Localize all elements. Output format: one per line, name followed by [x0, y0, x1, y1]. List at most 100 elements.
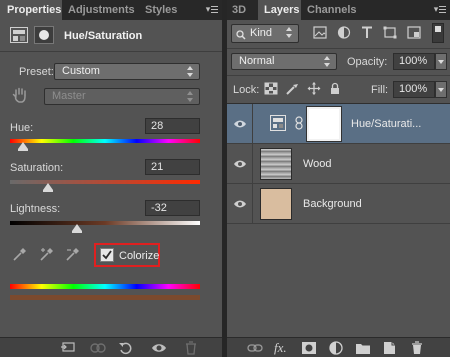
layer-style-fx-icon[interactable]: fx.: [274, 341, 290, 355]
layer-row-hue-saturation[interactable]: Hue/Saturati...: [227, 104, 450, 144]
new-group-folder-icon[interactable]: [355, 341, 371, 355]
lightness-label: Lightness:: [10, 203, 61, 215]
layer-name: Hue/Saturati...: [351, 118, 422, 130]
add-layer-mask-icon[interactable]: [301, 341, 317, 355]
layer-row-wood[interactable]: Wood: [227, 144, 450, 184]
channel-value: Master: [52, 90, 86, 102]
blend-mode-select[interactable]: Normal: [231, 53, 337, 70]
panel-menu-icon[interactable]: [432, 3, 448, 16]
panel-menu-icon[interactable]: [204, 3, 220, 16]
layers-panel: 3D Layers Channels Kind Normal Opacity: …: [227, 0, 450, 357]
layer-mask-thumbnail[interactable]: [306, 106, 342, 142]
lock-all-icon[interactable]: [328, 82, 342, 95]
preset-select[interactable]: Custom: [54, 63, 200, 80]
clip-to-layer-icon[interactable]: [60, 341, 76, 355]
link-layers-icon[interactable]: [247, 341, 263, 355]
tab-channels[interactable]: Channels: [307, 0, 357, 20]
new-layer-icon[interactable]: [382, 341, 398, 355]
opacity-label: Opacity:: [347, 56, 388, 68]
trash-icon[interactable]: [183, 341, 199, 355]
hue-slider-thumb[interactable]: [18, 142, 29, 151]
pixel-layer-filter-icon[interactable]: [313, 26, 327, 39]
adjustment-layer-icon: [10, 27, 28, 43]
lock-position-icon[interactable]: [307, 82, 321, 95]
visibility-toggle[interactable]: [227, 184, 253, 224]
output-color-bar: [10, 295, 200, 300]
preset-label: Preset:: [19, 66, 54, 78]
filter-toggle[interactable]: [432, 23, 444, 43]
tab-adjustments[interactable]: Adjustments: [68, 0, 140, 20]
tab-properties[interactable]: Properties: [0, 0, 62, 20]
eye-icon: [234, 120, 246, 128]
filter-kind-value: Kind: [250, 27, 273, 39]
chevron-down-icon: [438, 60, 444, 64]
reset-icon[interactable]: [118, 341, 134, 355]
new-adjustment-layer-icon[interactable]: [328, 341, 344, 355]
layers-tab-bar: 3D Layers Channels: [227, 0, 450, 20]
row-divider: [227, 75, 450, 76]
lock-image-pixels-icon[interactable]: [285, 82, 299, 95]
layer-row-background[interactable]: Background: [227, 184, 450, 224]
wood-layer-thumbnail: [260, 148, 292, 180]
properties-panel: Properties Adjustments Styles Hue/Satura…: [0, 0, 222, 357]
channel-select[interactable]: Master: [44, 88, 200, 105]
eyedropper-icon[interactable]: [12, 246, 28, 262]
tab-3d[interactable]: 3D: [232, 0, 254, 20]
eye-icon: [234, 200, 246, 208]
hue-field[interactable]: 28: [145, 118, 200, 134]
hue-label: Hue:: [10, 122, 34, 134]
saturation-field[interactable]: 21: [145, 159, 200, 175]
layer-name: Wood: [303, 158, 332, 170]
opacity-dropdown-button[interactable]: [435, 53, 447, 70]
layer-mask-icon[interactable]: [34, 26, 54, 44]
chevron-updown-icon: [324, 56, 331, 67]
trash-icon[interactable]: [409, 341, 425, 355]
fill-label: Fill:: [371, 84, 389, 96]
chain-link-icon[interactable]: [295, 116, 303, 130]
layers-bottom-bar: fx.: [227, 337, 450, 357]
hand-tool-icon[interactable]: [11, 86, 29, 104]
input-spectrum-bar: [10, 284, 200, 289]
chevron-down-icon: [438, 88, 444, 92]
lightness-slider-track[interactable]: [10, 221, 200, 225]
chevron-updown-icon: [187, 91, 194, 102]
fill-field[interactable]: 100%: [393, 81, 435, 98]
view-previous-state-icon[interactable]: [90, 341, 106, 355]
filter-kind-select[interactable]: Kind: [231, 24, 299, 43]
eyedropper-add-icon[interactable]: [39, 246, 55, 262]
lock-transparent-pixels-icon[interactable]: [264, 82, 278, 95]
visibility-toggle[interactable]: [227, 104, 253, 144]
shape-layer-filter-icon[interactable]: [383, 26, 397, 39]
row-divider: [227, 48, 450, 49]
saturation-slider-track[interactable]: [10, 180, 200, 184]
properties-tab-bar: Properties Adjustments Styles: [0, 0, 222, 20]
tab-layers[interactable]: Layers: [258, 0, 301, 20]
properties-bottom-bar: [0, 337, 222, 357]
eye-icon[interactable]: [151, 341, 167, 355]
preset-value: Custom: [62, 65, 100, 77]
hue-slider-track[interactable]: [10, 139, 200, 143]
background-layer-thumbnail: [260, 188, 292, 220]
colorize-label: Colorize: [119, 250, 160, 262]
colorize-checkbox[interactable]: [100, 248, 114, 262]
layer-name: Background: [303, 198, 362, 210]
saturation-label: Saturation:: [10, 162, 64, 174]
eyedropper-subtract-icon[interactable]: [65, 246, 81, 262]
blend-mode-value: Normal: [239, 55, 275, 67]
search-icon: [236, 29, 246, 46]
visibility-toggle[interactable]: [227, 144, 253, 184]
type-layer-filter-icon[interactable]: [360, 26, 374, 39]
adjustment-layer-icon: [270, 115, 286, 131]
adjustment-layer-filter-icon[interactable]: [337, 26, 351, 39]
lightness-field[interactable]: -32: [145, 200, 200, 216]
fill-dropdown-button[interactable]: [435, 81, 447, 98]
header-divider: [0, 51, 222, 52]
chevron-updown-icon: [187, 66, 194, 77]
opacity-field[interactable]: 100%: [393, 53, 435, 70]
lightness-slider-thumb[interactable]: [71, 224, 82, 233]
saturation-slider-thumb[interactable]: [43, 183, 53, 192]
lock-label: Lock:: [233, 84, 260, 96]
tab-styles[interactable]: Styles: [145, 0, 185, 20]
smart-object-filter-icon[interactable]: [407, 26, 421, 39]
eye-icon: [234, 160, 246, 168]
